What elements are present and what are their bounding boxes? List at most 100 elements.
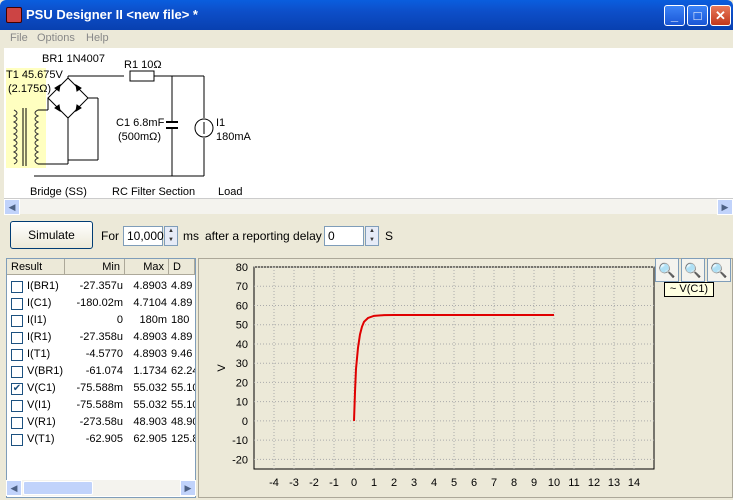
y-tick-label: 40 bbox=[236, 339, 248, 351]
result-max: 4.8903 bbox=[133, 348, 167, 360]
result-row[interactable]: ✔ V(C1) -75.588m 55.032 55.10 bbox=[7, 380, 195, 397]
col-max-header[interactable]: Max bbox=[125, 259, 169, 275]
chart-panel: -4 -3 -2 -1 0 1 2 3 4 5 6 7 8 9 10 11 12 13 14 80 70 60 50 40 30… bbox=[198, 258, 733, 498]
result-checkbox[interactable] bbox=[11, 281, 23, 293]
results-scroll-thumb[interactable] bbox=[23, 481, 93, 495]
menu-file[interactable]: File bbox=[10, 32, 28, 44]
col-result-header[interactable]: Result bbox=[7, 259, 65, 275]
scroll-right-button[interactable]: ▶ bbox=[717, 199, 733, 215]
result-min: -4.5770 bbox=[85, 348, 123, 360]
y-tick-label: 70 bbox=[236, 281, 248, 293]
result-row[interactable]: I(T1) -4.5770 4.8903 9.46 bbox=[7, 346, 195, 363]
y-axis-label: V bbox=[216, 364, 228, 372]
x-tick-label: 13 bbox=[608, 477, 620, 489]
x-tick-label: 1 bbox=[371, 477, 377, 489]
zoom-out-icon[interactable]: 🔍 bbox=[681, 258, 705, 282]
result-max: 55.032 bbox=[133, 399, 167, 411]
result-max: 48.903 bbox=[133, 416, 167, 428]
result-max: 62.905 bbox=[133, 433, 167, 445]
y-tick-label: 80 bbox=[236, 262, 248, 274]
circuit-scrollbar[interactable]: ◀ ▶ bbox=[4, 198, 733, 215]
result-max: 55.032 bbox=[133, 382, 167, 394]
result-max: 180m bbox=[139, 314, 167, 326]
result-row[interactable]: V(I1) -75.588m 55.032 55.10 bbox=[7, 397, 195, 414]
scroll-left-button[interactable]: ◀ bbox=[4, 199, 20, 215]
close-button[interactable]: ✕ bbox=[710, 5, 731, 26]
result-min: 0 bbox=[116, 314, 123, 326]
result-checkbox[interactable] bbox=[11, 366, 23, 378]
result-min: -180.02m bbox=[76, 297, 123, 309]
result-min: -273.58u bbox=[79, 416, 123, 428]
result-name: V(C1) bbox=[27, 382, 56, 394]
menu-help[interactable]: Help bbox=[86, 32, 109, 44]
y-tick-label: -10 bbox=[232, 435, 248, 447]
section-bridge-label: Bridge (SS) bbox=[30, 186, 87, 198]
results-scroll-left[interactable]: ◀ bbox=[6, 480, 22, 496]
minimize-button[interactable]: _ bbox=[664, 5, 685, 26]
x-tick-label: 3 bbox=[411, 477, 417, 489]
result-d: 62.24 bbox=[171, 365, 195, 377]
result-d: 48.90 bbox=[171, 416, 195, 428]
circuit-diagram[interactable]: BR1 1N4007 T1 45.675V (2.175Ω) R1 10Ω C1… bbox=[4, 48, 733, 198]
result-name: V(T1) bbox=[27, 433, 55, 445]
menu-options[interactable]: Options bbox=[37, 32, 75, 44]
col-min-header[interactable]: Min bbox=[65, 259, 125, 275]
x-tick-label: 4 bbox=[431, 477, 437, 489]
menu-bar bbox=[0, 30, 733, 48]
y-tick-label: 20 bbox=[236, 377, 248, 389]
x-tick-label: 2 bbox=[391, 477, 397, 489]
results-scroll-right[interactable]: ▶ bbox=[180, 480, 196, 496]
duration-spinner[interactable]: ▲ ▼ bbox=[164, 226, 178, 246]
result-row[interactable]: V(R1) -273.58u 48.903 48.90 bbox=[7, 414, 195, 431]
y-tick-label: 30 bbox=[236, 358, 248, 370]
result-checkbox[interactable] bbox=[11, 315, 23, 327]
col-d-header[interactable]: D bbox=[169, 259, 195, 275]
result-d: 9.46 bbox=[171, 348, 193, 360]
result-row[interactable]: V(BR1) -61.074 1.1734 62.24 bbox=[7, 363, 195, 380]
result-checkbox[interactable] bbox=[11, 349, 23, 361]
delay-input[interactable]: 0 bbox=[324, 226, 364, 246]
y-tick-label: 50 bbox=[236, 320, 248, 332]
result-checkbox[interactable] bbox=[11, 298, 23, 310]
result-d: 55.10 bbox=[171, 382, 195, 394]
x-tick-label: 10 bbox=[548, 477, 560, 489]
load-label: I1 bbox=[216, 117, 225, 129]
zoom-in-icon[interactable]: 🔍 bbox=[655, 258, 679, 282]
maximize-button[interactable]: □ bbox=[687, 5, 708, 26]
result-name: I(R1) bbox=[27, 331, 52, 343]
result-checkbox[interactable] bbox=[11, 417, 23, 429]
result-min: -75.588m bbox=[76, 382, 123, 394]
result-row[interactable]: I(I1) 0 180m 180 bbox=[7, 312, 195, 329]
result-row[interactable]: I(BR1) -27.357u 4.8903 4.89 bbox=[7, 278, 195, 295]
result-name: I(BR1) bbox=[27, 280, 59, 292]
simulate-button[interactable]: Simulate bbox=[10, 221, 93, 249]
result-max: 1.1734 bbox=[133, 365, 167, 377]
result-checkbox[interactable] bbox=[11, 434, 23, 446]
y-tick-label: 0 bbox=[242, 416, 248, 428]
x-tick-label: 5 bbox=[451, 477, 457, 489]
window-title: PSU Designer II <new file> * bbox=[26, 7, 198, 22]
result-row[interactable]: I(R1) -27.358u 4.8903 4.89 bbox=[7, 329, 195, 346]
x-tick-label: -3 bbox=[289, 477, 299, 489]
result-d: 4.89 bbox=[171, 297, 193, 309]
rectifier-label: BR1 1N4007 bbox=[42, 53, 105, 65]
zoom-reset-icon[interactable]: 🔍 bbox=[707, 258, 731, 282]
results-scrollbar[interactable]: ◀ ▶ bbox=[6, 480, 196, 496]
duration-input[interactable]: 10,000 bbox=[123, 226, 164, 246]
result-max: 4.7104 bbox=[133, 297, 167, 309]
chart-svg: -4 -3 -2 -1 0 1 2 3 4 5 6 7 8 9 10 11 12 13 14807060504030… bbox=[216, 262, 655, 489]
results-table[interactable]: Result Min Max D I(BR1) -27.357u 4.8903 4.8… bbox=[6, 258, 196, 498]
result-row[interactable]: I(C1) -180.02m 4.7104 4.89 bbox=[7, 295, 195, 312]
y-tick-label: 60 bbox=[236, 300, 248, 312]
result-name: V(R1) bbox=[27, 416, 56, 428]
result-checkbox[interactable]: ✔ bbox=[11, 383, 23, 395]
s-label: S bbox=[385, 229, 394, 243]
result-d: 4.89 bbox=[171, 331, 193, 343]
delay-spinner[interactable]: ▲ ▼ bbox=[365, 226, 379, 246]
x-tick-label: 0 bbox=[351, 477, 357, 489]
result-checkbox[interactable] bbox=[11, 332, 23, 344]
result-checkbox[interactable] bbox=[11, 400, 23, 412]
capacitor-label: C1 6.8mF bbox=[116, 117, 165, 129]
result-name: I(C1) bbox=[27, 297, 52, 309]
result-row[interactable]: V(T1) -62.905 62.905 125.8 bbox=[7, 431, 195, 448]
